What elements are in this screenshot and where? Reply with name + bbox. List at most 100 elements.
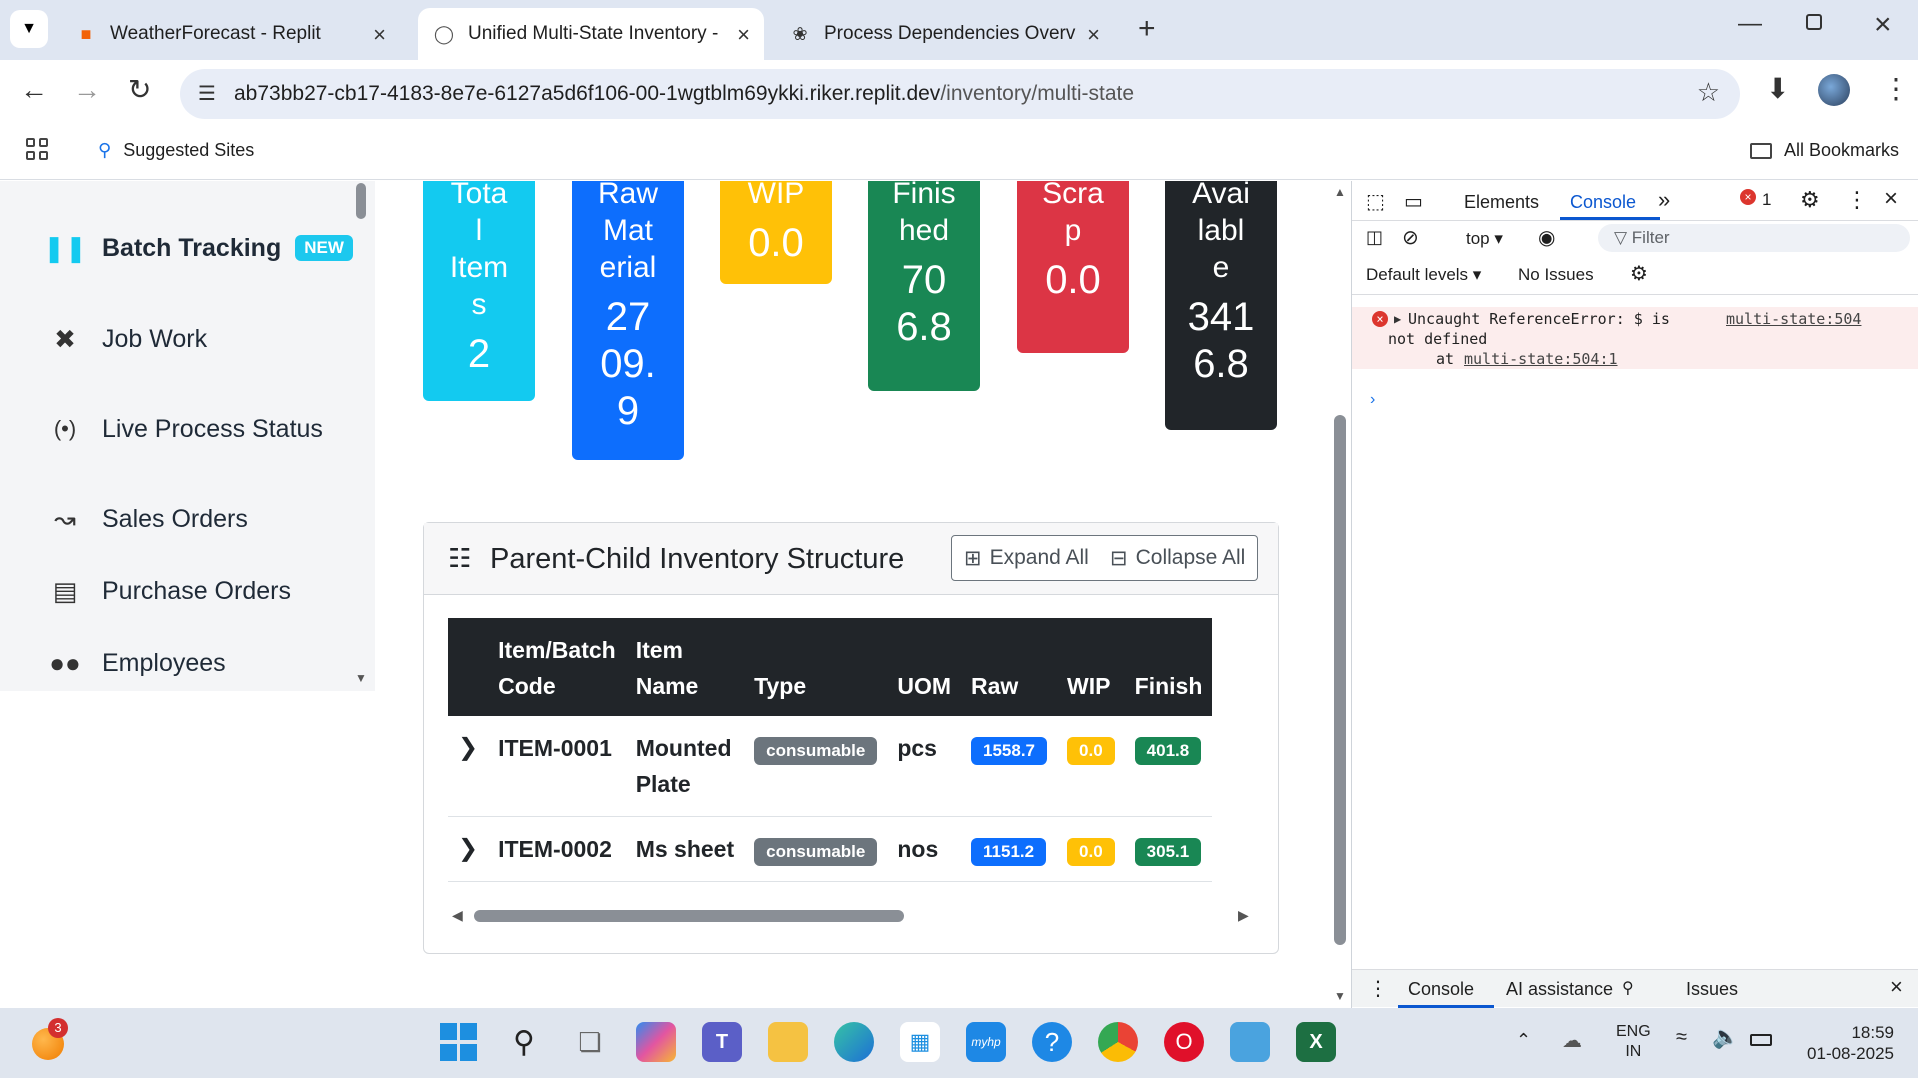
wifi-icon[interactable]: ≈	[1676, 1026, 1687, 1049]
summary-card: Avai labl e 341 6.8	[1165, 181, 1277, 430]
cloud-icon[interactable]: ☁	[1562, 1028, 1582, 1053]
item-name: Mounted Plate	[625, 716, 745, 817]
windows-start-icon[interactable]	[438, 1022, 478, 1062]
replit-icon: ■	[80, 23, 92, 44]
eye-icon[interactable]: ◉	[1538, 225, 1555, 250]
hscroll-left-arrow[interactable]: ◀	[452, 907, 463, 924]
task-view-icon[interactable]: ❏	[570, 1022, 610, 1062]
sidebar-scrollbar-thumb[interactable]	[356, 183, 366, 219]
menu-icon[interactable]: ⋮	[1882, 72, 1910, 105]
expand-triangle-icon[interactable]: ▶	[1394, 309, 1401, 329]
error-icon[interactable]: ×	[1740, 189, 1756, 205]
all-bookmarks-link[interactable]: All Bookmarks	[1750, 140, 1899, 161]
address-bar[interactable]: ☰ ab73bb27-cb17-4183-8e7e-6127a5d6f106-0…	[180, 69, 1740, 119]
close-drawer-icon[interactable]: ×	[1890, 974, 1903, 1000]
device-toolbar-icon[interactable]: ▭	[1404, 189, 1423, 214]
apps-icon[interactable]	[26, 138, 48, 160]
tab-elements[interactable]: Elements	[1464, 192, 1539, 213]
tab-unified-inventory[interactable]: ◯ Unified Multi-State Inventory - / ×	[418, 8, 764, 60]
clock[interactable]: 18:59 01-08-2025	[1796, 1022, 1894, 1064]
teams-icon[interactable]: T	[702, 1022, 742, 1062]
close-icon[interactable]: ×	[1087, 22, 1100, 48]
settings-gear-icon[interactable]: ⚙	[1800, 187, 1820, 213]
tab-console[interactable]: Console	[1570, 192, 1636, 213]
close-icon[interactable]: ×	[373, 22, 386, 48]
more-options-icon[interactable]: ⋮	[1846, 187, 1868, 213]
notification-badge: 3	[48, 1018, 68, 1038]
url-host: ab73bb27-cb17-4183-8e7e-6127a5d6f106-00-…	[234, 82, 941, 105]
console-prompt-icon[interactable]: ›	[1370, 391, 1375, 409]
uom: pcs	[887, 716, 962, 817]
error-source-link[interactable]: multi-state:504	[1726, 309, 1861, 329]
store-icon[interactable]: ▦	[900, 1022, 940, 1062]
minimize-button[interactable]: —	[1738, 10, 1762, 38]
help-icon[interactable]: ?	[1032, 1022, 1072, 1062]
new-tab-button[interactable]: +	[1138, 12, 1156, 46]
page-scroll-down-arrow[interactable]: ▼	[1334, 989, 1346, 1003]
chrome-icon[interactable]	[1098, 1022, 1138, 1062]
copilot-icon[interactable]	[636, 1022, 676, 1062]
suggested-sites-link[interactable]: ⚲ Suggested Sites	[98, 140, 254, 161]
expand-row-chevron-icon[interactable]: ❯	[448, 716, 489, 817]
language-indicator[interactable]: ENG IN	[1616, 1022, 1651, 1062]
star-icon[interactable]: ☆	[1697, 77, 1720, 108]
sidebar-item-purchase-orders[interactable]: ▤ Purchase Orders	[50, 576, 291, 606]
drawer-tab-ai-assistance[interactable]: AI assistance	[1506, 979, 1613, 1000]
search-icon[interactable]: ⚲	[504, 1022, 544, 1062]
battery-icon[interactable]	[1750, 1034, 1772, 1046]
back-button[interactable]: ←	[20, 74, 48, 106]
more-tabs-icon[interactable]: »	[1658, 187, 1670, 213]
sidebar-item-label: Sales Orders	[102, 504, 248, 533]
sidebar-item-batch-tracking[interactable]: ❚❚ Batch Tracking NEW	[43, 233, 353, 263]
console-error-message: × ▶ Uncaught ReferenceError: $ is multi-…	[1352, 307, 1918, 369]
show-hidden-icons-icon[interactable]: ⌃	[1516, 1030, 1531, 1051]
avatar[interactable]	[1818, 74, 1850, 106]
summary-card: Scra p 0.0	[1017, 181, 1129, 353]
forward-button[interactable]: →	[73, 74, 101, 106]
volume-icon[interactable]: 🔈	[1712, 1024, 1739, 1050]
filter-input[interactable]: ▽ Filter	[1598, 224, 1910, 252]
notepad-icon[interactable]	[1230, 1022, 1270, 1062]
suggested-sites-label: Suggested Sites	[123, 140, 255, 160]
tab-process-dependencies[interactable]: ❀ Process Dependencies Overview ×	[774, 8, 1114, 60]
error-stack-link[interactable]: multi-state:504:1	[1464, 349, 1618, 369]
search-icon: ⚲	[98, 140, 112, 160]
clear-console-icon[interactable]: ⊘	[1402, 225, 1419, 250]
sidebar-item-sales-orders[interactable]: ↝ Sales Orders	[50, 504, 248, 534]
inspect-icon[interactable]: ⬚	[1366, 189, 1385, 214]
collapse-all-button[interactable]: ⊟ Collapse All	[1098, 535, 1259, 581]
close-icon[interactable]: ×	[737, 22, 750, 48]
log-levels-dropdown[interactable]: Default levels ▾	[1366, 265, 1481, 285]
site-info-icon[interactable]: ☰	[198, 81, 216, 106]
expand-row-chevron-icon[interactable]: ❯	[448, 816, 489, 882]
sidebar-toggle-icon[interactable]: ◫	[1366, 227, 1383, 248]
restore-button[interactable]	[1806, 14, 1822, 30]
download-icon[interactable]: ⬇	[1766, 72, 1789, 105]
excel-icon[interactable]: X	[1296, 1022, 1336, 1062]
drawer-menu-icon[interactable]: ⋮	[1368, 976, 1388, 1001]
file-explorer-icon[interactable]	[768, 1022, 808, 1062]
myhp-icon[interactable]: myhp	[966, 1022, 1006, 1062]
console-settings-icon[interactable]: ⚙	[1630, 261, 1648, 286]
close-window-button[interactable]: ×	[1874, 8, 1892, 42]
page-scroll-up-arrow[interactable]: ▲	[1334, 185, 1346, 199]
context-selector[interactable]: top ▾	[1466, 229, 1503, 249]
page-scrollbar-thumb[interactable]	[1334, 415, 1346, 945]
sidebar-item-job-work[interactable]: ✖ Job Work	[50, 324, 207, 354]
issues-count[interactable]: No Issues	[1518, 265, 1594, 285]
hscroll-thumb[interactable]	[474, 910, 904, 922]
tab-weatherforecast[interactable]: ■ WeatherForecast - Replit ×	[60, 8, 400, 60]
edge-icon[interactable]	[834, 1022, 874, 1062]
table-scroll-container[interactable]: Item/Batch Code Item Name Type UOM Raw WIP…	[448, 618, 1254, 883]
drawer-tab-console[interactable]: Console	[1408, 979, 1474, 1000]
sidebar-scroll-down-arrow[interactable]: ▼	[355, 671, 367, 685]
reload-button[interactable]: ↻	[128, 73, 151, 106]
sidebar-item-employees[interactable]: ●● Employees	[49, 648, 225, 678]
sidebar-item-live-process-status[interactable]: (•) Live Process Status	[50, 414, 323, 444]
close-devtools-icon[interactable]: ×	[1884, 185, 1898, 213]
hscroll-right-arrow[interactable]: ▶	[1238, 907, 1249, 924]
expand-all-button[interactable]: ⊞ Expand All	[951, 535, 1102, 581]
opera-icon[interactable]: O	[1164, 1022, 1204, 1062]
tab-search-button[interactable]: ▼	[10, 10, 48, 48]
drawer-tab-issues[interactable]: Issues	[1686, 979, 1738, 1000]
